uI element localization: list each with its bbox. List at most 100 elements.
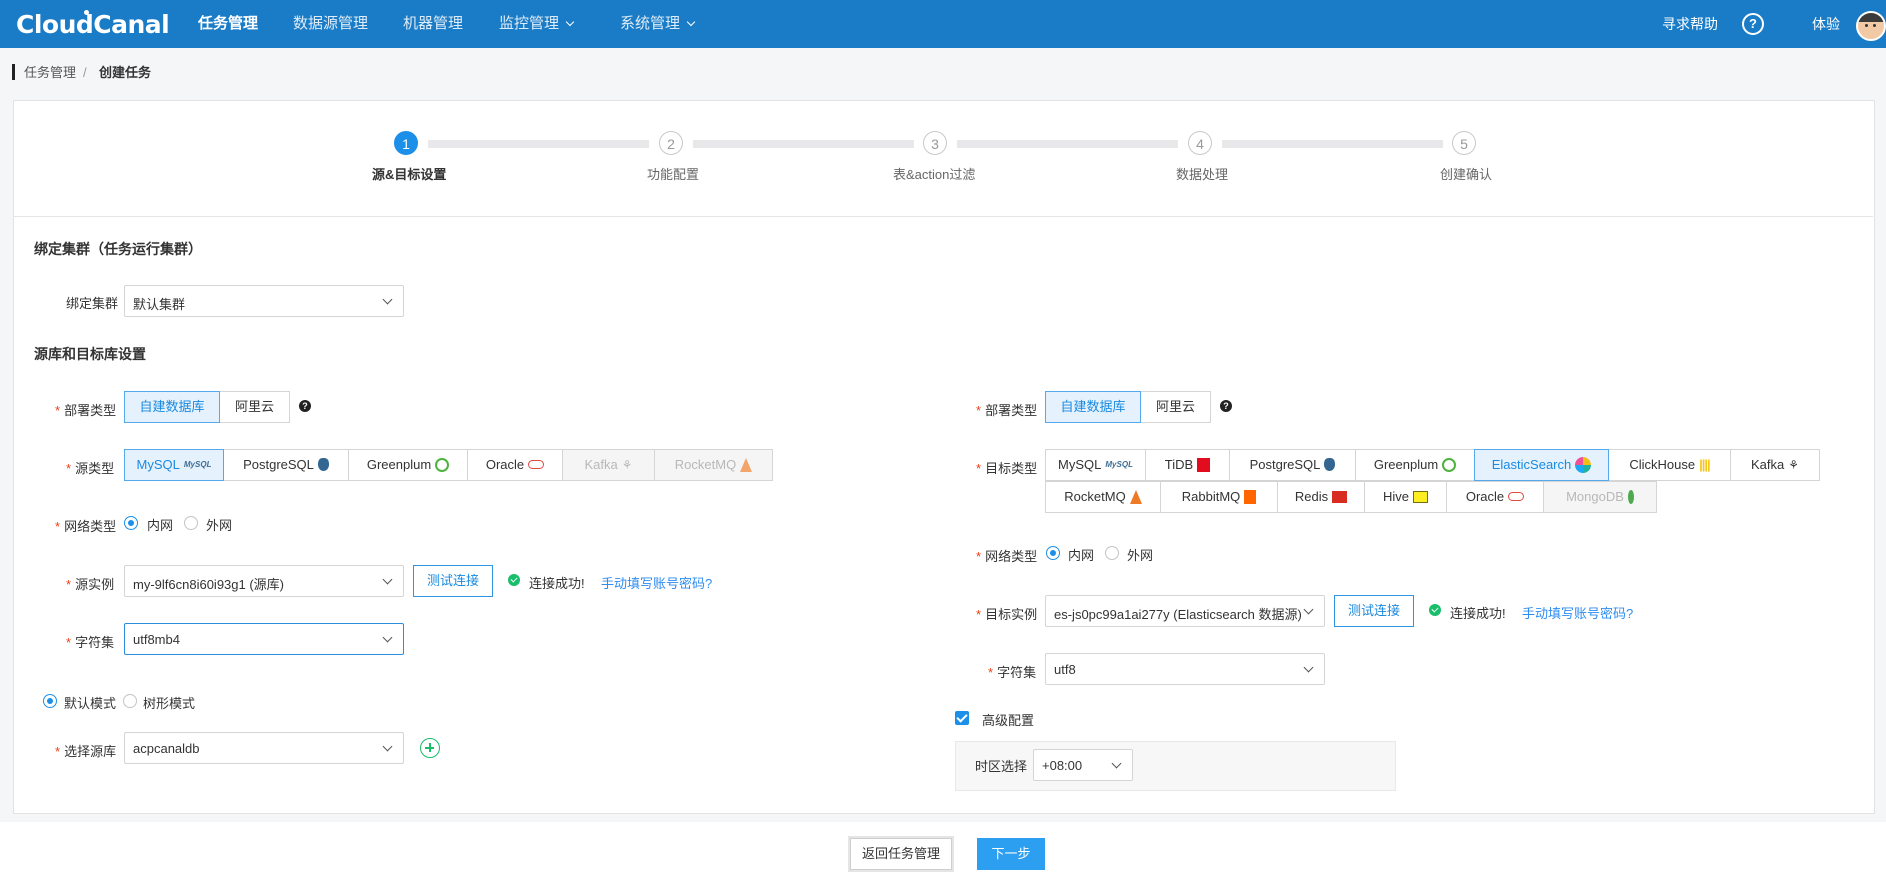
next-step-button[interactable]: 下一步 xyxy=(977,838,1045,870)
target-type-mysql[interactable]: MySQL MySQL xyxy=(1045,449,1146,481)
source-instance-select[interactable]: my-9lf6cn8i60i93g1 (源库) xyxy=(124,565,404,597)
source-test-connection-button[interactable]: 测试连接 xyxy=(413,565,493,597)
label-text: 字符集 xyxy=(997,665,1037,680)
timezone-select[interactable]: +08:00 xyxy=(1033,749,1133,781)
rabbitmq-icon xyxy=(1244,489,1257,504)
back-to-tasks-button[interactable]: 返回任务管理 xyxy=(850,838,952,870)
tree-mode-radio[interactable] xyxy=(123,694,137,708)
label-text: 网络类型 xyxy=(64,519,117,534)
cluster-select[interactable]: 默认集群 xyxy=(124,285,404,317)
clickhouse-icon: |||| xyxy=(1699,456,1711,472)
target-type-rocketmq[interactable]: RocketMQ xyxy=(1045,481,1161,513)
required-mark: * xyxy=(55,744,61,759)
greenplum-icon xyxy=(1442,457,1457,472)
source-type-label: * 源类型 xyxy=(66,458,114,477)
question-icon[interactable]: ? xyxy=(1742,13,1764,35)
target-type-greenplum[interactable]: Greenplum xyxy=(1355,449,1475,481)
label-text: 选择源库 xyxy=(64,744,117,759)
nav-label: 机器管理 xyxy=(403,15,464,32)
target-deploy-label: * 部署类型 xyxy=(976,400,1037,419)
source-type-mysql[interactable]: MySQL MySQL xyxy=(124,449,224,481)
label-text: 字符集 xyxy=(75,635,115,650)
logo-mark-icon xyxy=(84,10,89,15)
source-deploy-self-built[interactable]: 自建数据库 xyxy=(124,391,220,423)
db-type-label: ClickHouse xyxy=(1629,457,1696,472)
db-type-label: Hive xyxy=(1382,489,1409,504)
breadcrumb-task-management[interactable]: 任务管理 xyxy=(24,64,76,81)
timezone-label: 时区选择 xyxy=(975,759,1028,774)
target-charset-value: utf8 xyxy=(1054,662,1076,677)
help-link[interactable]: 寻求帮助 xyxy=(1662,0,1718,48)
db-type-label: RocketMQ xyxy=(674,457,737,472)
step-1-label: 源&目标设置 xyxy=(372,167,447,182)
target-deploy-aliyun[interactable]: 阿里云 xyxy=(1140,391,1211,423)
target-type-clickhouse[interactable]: ClickHouse |||| xyxy=(1608,449,1731,481)
user-name[interactable]: 体验 xyxy=(1812,0,1840,48)
nav-label: 监控管理 xyxy=(499,15,560,32)
target-instance-select[interactable]: es-js0pc99a1ai277y (Elasticsearch 数据源) xyxy=(1045,595,1325,627)
source-manual-credentials-link[interactable]: 手动填写账号密码? xyxy=(601,573,712,592)
target-network-intranet-radio[interactable] xyxy=(1046,546,1060,560)
source-type-oracle[interactable]: Oracle xyxy=(467,449,563,481)
check-circle-icon xyxy=(1429,604,1441,616)
source-type-greenplum[interactable]: Greenplum xyxy=(348,449,468,481)
step-connector xyxy=(428,140,649,148)
nav-system-management[interactable]: 系统管理 xyxy=(620,0,696,48)
nav-datasource-management[interactable]: 数据源管理 xyxy=(293,0,368,48)
add-db-icon[interactable] xyxy=(420,738,440,758)
target-type-tidb[interactable]: TiDB xyxy=(1145,449,1230,481)
target-type-oracle[interactable]: Oracle xyxy=(1446,481,1544,513)
step-5-label: 创建确认 xyxy=(1440,167,1493,182)
target-type-elasticsearch[interactable]: ElasticSearch xyxy=(1474,449,1609,481)
target-test-connection-button[interactable]: 测试连接 xyxy=(1334,595,1414,627)
chevron-down-icon xyxy=(565,17,575,27)
db-type-label: MySQL xyxy=(136,457,180,472)
target-type-hive[interactable]: Hive xyxy=(1364,481,1447,513)
advanced-config-label: 高级配置 xyxy=(982,713,1035,728)
source-db-select[interactable]: acpcanaldb xyxy=(124,732,404,764)
target-type-label: * 目标类型 xyxy=(976,458,1037,477)
db-type-label: RocketMQ xyxy=(1064,489,1126,504)
oracle-icon xyxy=(1508,492,1525,502)
source-network-internet-radio[interactable] xyxy=(184,516,198,530)
db-type-label: Kafka xyxy=(1750,457,1785,472)
target-charset-label: * 字符集 xyxy=(988,662,1036,681)
logo[interactable]: CloudCanal xyxy=(16,10,170,39)
default-mode-radio[interactable] xyxy=(43,694,57,708)
source-deploy-aliyun[interactable]: 阿里云 xyxy=(219,391,290,423)
help-icon[interactable]: ? xyxy=(1220,400,1232,412)
nav-monitor-management[interactable]: 监控管理 xyxy=(499,0,575,48)
target-charset-select[interactable]: utf8 xyxy=(1045,653,1325,685)
cluster-label: 绑定集群 xyxy=(66,296,119,311)
target-deploy-self-built[interactable]: 自建数据库 xyxy=(1045,391,1141,423)
target-type-redis[interactable]: Redis xyxy=(1277,481,1365,513)
label-text: 源类型 xyxy=(75,461,115,476)
db-section-title: 源库和目标库设置 xyxy=(34,346,146,362)
step-2-circle: 2 xyxy=(659,131,683,155)
source-charset-select[interactable]: utf8mb4 xyxy=(124,623,404,655)
target-type-rabbitmq[interactable]: RabbitMQ xyxy=(1160,481,1278,513)
source-instance-value: my-9lf6cn8i60i93g1 (源库) xyxy=(133,577,285,592)
target-network-internet-radio[interactable] xyxy=(1105,546,1119,560)
timezone-value: +08:00 xyxy=(1042,758,1083,773)
nav-task-management[interactable]: 任务管理 xyxy=(198,0,258,48)
db-type-label: Oracle xyxy=(485,457,525,472)
source-connection-status: 连接成功! xyxy=(529,576,585,591)
breadcrumb-separator: / xyxy=(83,65,87,80)
step-3-circle: 3 xyxy=(923,131,947,155)
nav-machine-management[interactable]: 机器管理 xyxy=(403,0,463,48)
required-mark: * xyxy=(55,519,61,534)
target-type-kafka[interactable]: Kafka ⚘ xyxy=(1730,449,1820,481)
avatar[interactable] xyxy=(1856,11,1886,41)
step-connector xyxy=(1222,140,1443,148)
target-type-postgresql[interactable]: PostgreSQL xyxy=(1229,449,1356,481)
source-network-intranet-radio[interactable] xyxy=(124,516,138,530)
radio-label: 外网 xyxy=(1127,548,1154,563)
hive-icon xyxy=(1413,490,1428,503)
source-type-postgresql[interactable]: PostgreSQL xyxy=(223,449,349,481)
help-icon[interactable]: ? xyxy=(299,400,311,412)
db-type-label: MySQL xyxy=(1058,457,1102,472)
advanced-config-checkbox[interactable] xyxy=(955,711,969,725)
target-manual-credentials-link[interactable]: 手动填写账号密码? xyxy=(1522,603,1633,622)
target-network-label: * 网络类型 xyxy=(976,546,1037,565)
